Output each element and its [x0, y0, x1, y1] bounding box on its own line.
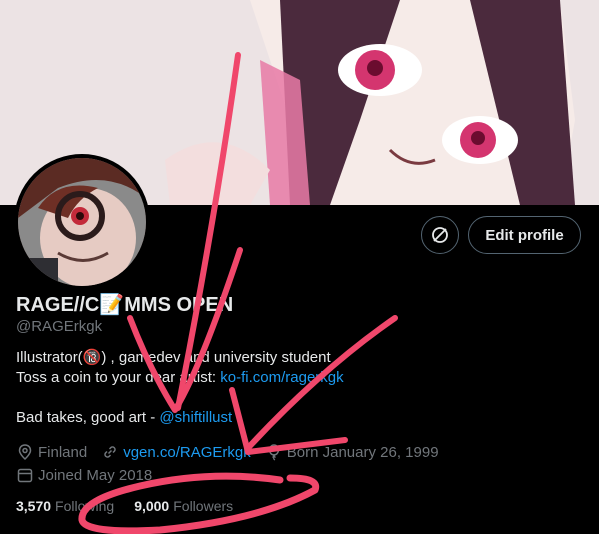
followers-link[interactable]: 9,000 Followers [134, 498, 233, 514]
mention-link[interactable]: @shiftillust [159, 409, 232, 426]
edit-profile-button[interactable]: Edit profile [468, 216, 581, 254]
avatar[interactable] [14, 154, 150, 290]
bio-line-1: Illustrator(🔞) , gamedev and university … [16, 349, 331, 366]
location-item: Finland [16, 443, 87, 461]
followers-label: Followers [173, 498, 234, 514]
balloon-icon [268, 444, 280, 461]
link-icon [104, 446, 116, 458]
website-link[interactable]: vgen.co/RAGErkgk [123, 444, 251, 461]
switch-account-button[interactable] [421, 216, 459, 254]
website-item[interactable]: vgen.co/RAGErkgk [101, 443, 251, 461]
no-sync-icon [432, 227, 448, 243]
calendar-icon [17, 468, 33, 483]
location-text: Finland [38, 443, 88, 461]
following-link[interactable]: 3,570 Following [16, 498, 114, 514]
born-text: Born January 26, 1999 [286, 443, 439, 461]
followers-count: 9,000 [134, 498, 170, 514]
joined-text: Joined May 2018 [38, 466, 153, 484]
joined-item: Joined May 2018 [16, 466, 152, 484]
bio-line-2: Toss a coin to your dear artist: ko-fi.c… [16, 368, 576, 388]
location-pin-icon [18, 444, 32, 461]
bio-line-2-text: Toss a coin to your dear artist: [16, 369, 221, 386]
profile-bio: Illustrator(🔞) , gamedev and university … [16, 348, 576, 428]
follow-stats: 3,570 Following 9,000 Followers [16, 498, 253, 514]
birthday-item: Born January 26, 1999 [265, 443, 439, 461]
user-handle: @RAGErkgk [16, 318, 103, 335]
display-name: RAGE//C📝MMS OPEN [16, 294, 234, 316]
kofi-link[interactable]: ko-fi.com/ragerkgk [220, 369, 343, 386]
avatar-image [18, 158, 146, 286]
following-label: Following [55, 498, 115, 514]
profile-meta-row-2: Joined May 2018 [16, 466, 166, 484]
bio-line-3-text: Bad takes, good art - [16, 409, 160, 426]
following-count: 3,570 [16, 498, 52, 514]
profile-meta-row: Finland vgen.co/RAGErkgk Born January 26… [16, 443, 453, 461]
bio-line-3: Bad takes, good art - @shiftillust [16, 408, 576, 428]
